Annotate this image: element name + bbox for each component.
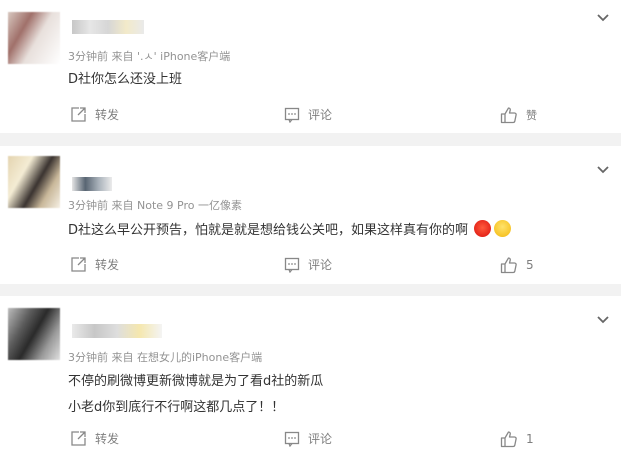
comment-label: 评论 (308, 108, 333, 122)
comment-button[interactable]: 评论 (284, 430, 332, 447)
share-icon (71, 431, 86, 446)
comment-text: D社这么早公开预告，怕就是就是想给钱公关吧，如果这样真有你的啊 (68, 219, 512, 238)
username[interactable] (72, 20, 144, 34)
chevron-down-icon[interactable] (596, 315, 610, 325)
repost-button[interactable]: 转发 (70, 430, 119, 447)
comment-card: 3分钟前 来自 '.ㅅ' iPhone客户端 D社你怎么还没上班 转发 评论 赞 (0, 0, 621, 133)
like-count: 1 (526, 432, 534, 446)
comment-card: 3分钟前 来自 Note 9 Pro 一亿像素 D社这么早公开预告，怕就是就是想… (0, 146, 621, 284)
chevron-down-icon[interactable] (596, 165, 610, 175)
comment-meta: 3分钟前 来自 在想女儿的iPhone客户端 (68, 351, 263, 364)
share-icon (71, 257, 86, 272)
comment-label: 评论 (308, 432, 333, 446)
share-icon (71, 107, 86, 122)
thumbs-up-icon (500, 431, 517, 448)
comment-meta: 3分钟前 来自 Note 9 Pro 一亿像素 (68, 199, 242, 212)
comment-label: 评论 (308, 258, 333, 272)
comment-icon (284, 431, 300, 447)
chevron-down-icon[interactable] (596, 13, 610, 23)
comment-icon (284, 257, 300, 273)
avatar[interactable] (8, 12, 60, 64)
avatar[interactable] (8, 308, 60, 360)
comment-button[interactable]: 评论 (284, 106, 332, 123)
comment-text: 不停的刷微博更新微博就是为了看d社的新瓜 (68, 374, 324, 389)
repost-button[interactable]: 转发 (70, 256, 119, 273)
like-button[interactable]: 赞 (500, 106, 537, 124)
angry-face-icon (474, 220, 492, 237)
repost-button[interactable]: 转发 (70, 106, 119, 123)
like-count: 5 (526, 258, 534, 272)
comment-text-content: D社这么早公开预告，怕就是就是想给钱公关吧，如果这样真有你的啊 (68, 223, 469, 238)
like-count: 赞 (526, 109, 537, 122)
comment-icon (284, 107, 300, 123)
avatar[interactable] (8, 156, 60, 208)
thumbs-up-icon (500, 257, 517, 274)
like-button[interactable]: 1 (500, 430, 534, 448)
like-button[interactable]: 5 (500, 256, 534, 274)
repost-label: 转发 (95, 108, 120, 122)
repost-label: 转发 (95, 258, 120, 272)
comment-button[interactable]: 评论 (284, 256, 332, 273)
comment-text: D社你怎么还没上班 (68, 72, 183, 87)
comment-text: 小老d你到底行不行啊这都几点了！！ (68, 400, 285, 415)
username[interactable] (72, 177, 112, 191)
thumbs-up-icon (500, 107, 517, 124)
comment-meta: 3分钟前 来自 '.ㅅ' iPhone客户端 (68, 50, 231, 63)
username[interactable] (72, 324, 162, 338)
repost-label: 转发 (95, 432, 120, 446)
comment-card: 3分钟前 来自 在想女儿的iPhone客户端 不停的刷微博更新微博就是为了看d社… (0, 296, 621, 456)
smile-face-icon (494, 220, 512, 237)
